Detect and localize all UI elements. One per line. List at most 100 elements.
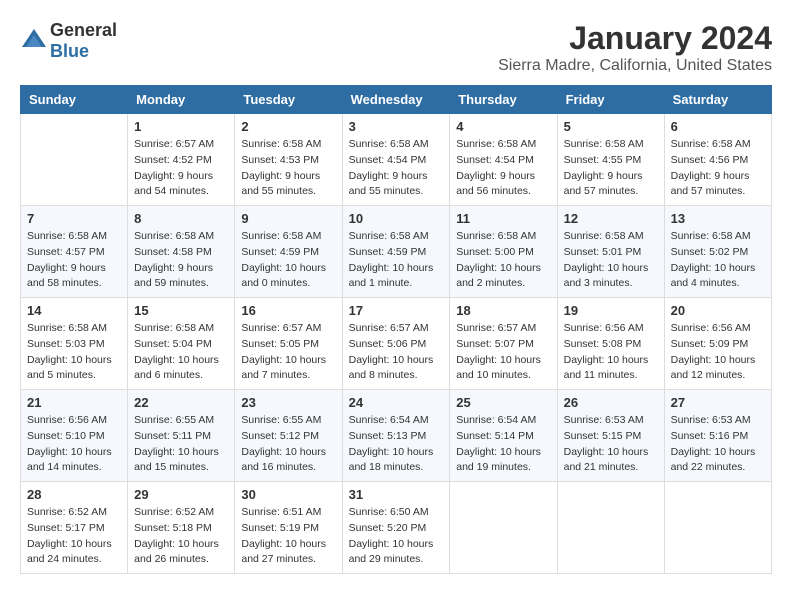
calendar-cell: 10 Sunrise: 6:58 AMSunset: 4:59 PMDayligh… <box>342 206 450 298</box>
day-number: 2 <box>241 119 335 134</box>
day-info: Sunrise: 6:52 AMSunset: 5:17 PMDaylight:… <box>27 505 121 568</box>
day-info: Sunrise: 6:57 AMSunset: 5:07 PMDaylight:… <box>456 321 550 384</box>
calendar-cell: 19 Sunrise: 6:56 AMSunset: 5:08 PMDayligh… <box>557 298 664 390</box>
calendar-cell <box>664 482 771 574</box>
calendar-cell: 6Sunrise: 6:58 AMSunset: 4:56 PMDaylight… <box>664 114 771 206</box>
calendar-cell: 28 Sunrise: 6:52 AMSunset: 5:17 PMDayligh… <box>21 482 128 574</box>
day-number: 21 <box>27 395 121 410</box>
day-number: 29 <box>134 487 228 502</box>
calendar-cell: 4Sunrise: 6:58 AMSunset: 4:54 PMDaylight… <box>450 114 557 206</box>
day-number: 20 <box>671 303 765 318</box>
calendar-cell: 21 Sunrise: 6:56 AMSunset: 5:10 PMDayligh… <box>21 390 128 482</box>
day-number: 8 <box>134 211 228 226</box>
page-header: General Blue January 2024 Sierra Madre, … <box>20 20 772 75</box>
calendar-cell: 27 Sunrise: 6:53 AMSunset: 5:16 PMDayligh… <box>664 390 771 482</box>
day-number: 11 <box>456 211 550 226</box>
calendar-cell <box>21 114 128 206</box>
calendar-cell <box>450 482 557 574</box>
day-info: Sunrise: 6:53 AMSunset: 5:16 PMDaylight:… <box>671 413 765 476</box>
column-header-tuesday: Tuesday <box>235 86 342 114</box>
logo-general: General <box>50 20 117 40</box>
day-info: Sunrise: 6:57 AMSunset: 5:06 PMDaylight:… <box>349 321 444 384</box>
calendar-cell: 8 Sunrise: 6:58 AMSunset: 4:58 PMDaylight… <box>128 206 235 298</box>
day-info: Sunrise: 6:58 AMSunset: 4:54 PMDaylight:… <box>456 137 550 200</box>
day-number: 24 <box>349 395 444 410</box>
calendar-cell: 30 Sunrise: 6:51 AMSunset: 5:19 PMDayligh… <box>235 482 342 574</box>
calendar-cell: 7Sunrise: 6:58 AMSunset: 4:57 PMDaylight… <box>21 206 128 298</box>
day-number: 30 <box>241 487 335 502</box>
calendar-table: SundayMondayTuesdayWednesdayThursdayFrid… <box>20 85 772 574</box>
calendar-cell: 15 Sunrise: 6:58 AMSunset: 5:04 PMDayligh… <box>128 298 235 390</box>
day-number: 27 <box>671 395 765 410</box>
day-number: 19 <box>564 303 658 318</box>
calendar-cell: 18Sunrise: 6:57 AMSunset: 5:07 PMDayligh… <box>450 298 557 390</box>
column-header-friday: Friday <box>557 86 664 114</box>
day-info: Sunrise: 6:53 AMSunset: 5:15 PMDaylight:… <box>564 413 658 476</box>
day-number: 9 <box>241 211 335 226</box>
day-info: Sunrise: 6:55 AMSunset: 5:12 PMDaylight:… <box>241 413 335 476</box>
day-number: 31 <box>349 487 444 502</box>
calendar-cell: 29 Sunrise: 6:52 AMSunset: 5:18 PMDayligh… <box>128 482 235 574</box>
calendar-cell: 5 Sunrise: 6:58 AMSunset: 4:55 PMDaylight… <box>557 114 664 206</box>
day-number: 26 <box>564 395 658 410</box>
logo: General Blue <box>20 20 117 62</box>
day-number: 5 <box>564 119 658 134</box>
day-info: Sunrise: 6:51 AMSunset: 5:19 PMDaylight:… <box>241 505 335 568</box>
day-info: Sunrise: 6:58 AMSunset: 4:59 PMDaylight:… <box>349 229 444 292</box>
logo-text: General Blue <box>50 20 117 62</box>
day-number: 17 <box>349 303 444 318</box>
day-number: 12 <box>564 211 658 226</box>
logo-icon <box>20 27 48 55</box>
day-info: Sunrise: 6:58 AMSunset: 5:04 PMDaylight:… <box>134 321 228 384</box>
day-number: 6 <box>671 119 765 134</box>
column-header-sunday: Sunday <box>21 86 128 114</box>
day-info: Sunrise: 6:58 AMSunset: 4:55 PMDaylight:… <box>564 137 658 200</box>
day-info: Sunrise: 6:54 AMSunset: 5:14 PMDaylight:… <box>456 413 550 476</box>
day-info: Sunrise: 6:57 AMSunset: 4:52 PMDaylight:… <box>134 137 228 200</box>
day-number: 15 <box>134 303 228 318</box>
day-info: Sunrise: 6:56 AMSunset: 5:08 PMDaylight:… <box>564 321 658 384</box>
calendar-week-5: 28 Sunrise: 6:52 AMSunset: 5:17 PMDayligh… <box>21 482 772 574</box>
calendar-cell: 25Sunrise: 6:54 AMSunset: 5:14 PMDayligh… <box>450 390 557 482</box>
month-title: January 2024 <box>498 20 772 57</box>
day-info: Sunrise: 6:58 AMSunset: 4:58 PMDaylight:… <box>134 229 228 292</box>
day-number: 7 <box>27 211 121 226</box>
calendar-week-1: 1 Sunrise: 6:57 AMSunset: 4:52 PMDaylight… <box>21 114 772 206</box>
day-info: Sunrise: 6:52 AMSunset: 5:18 PMDaylight:… <box>134 505 228 568</box>
logo-blue: Blue <box>50 41 89 61</box>
calendar-cell: 13 Sunrise: 6:58 AMSunset: 5:02 PMDayligh… <box>664 206 771 298</box>
calendar-cell: 12 Sunrise: 6:58 AMSunset: 5:01 PMDayligh… <box>557 206 664 298</box>
day-info: Sunrise: 6:56 AMSunset: 5:09 PMDaylight:… <box>671 321 765 384</box>
day-info: Sunrise: 6:58 AMSunset: 5:00 PMDaylight:… <box>456 229 550 292</box>
calendar-cell: 26 Sunrise: 6:53 AMSunset: 5:15 PMDayligh… <box>557 390 664 482</box>
calendar-cell: 31 Sunrise: 6:50 AMSunset: 5:20 PMDayligh… <box>342 482 450 574</box>
day-number: 28 <box>27 487 121 502</box>
calendar-cell: 14 Sunrise: 6:58 AMSunset: 5:03 PMDayligh… <box>21 298 128 390</box>
column-header-monday: Monday <box>128 86 235 114</box>
day-info: Sunrise: 6:58 AMSunset: 5:03 PMDaylight:… <box>27 321 121 384</box>
calendar-week-2: 7Sunrise: 6:58 AMSunset: 4:57 PMDaylight… <box>21 206 772 298</box>
day-number: 10 <box>349 211 444 226</box>
day-info: Sunrise: 6:54 AMSunset: 5:13 PMDaylight:… <box>349 413 444 476</box>
day-info: Sunrise: 6:55 AMSunset: 5:11 PMDaylight:… <box>134 413 228 476</box>
day-number: 1 <box>134 119 228 134</box>
calendar-cell: 20 Sunrise: 6:56 AMSunset: 5:09 PMDayligh… <box>664 298 771 390</box>
column-header-saturday: Saturday <box>664 86 771 114</box>
day-info: Sunrise: 6:58 AMSunset: 5:02 PMDaylight:… <box>671 229 765 292</box>
day-number: 23 <box>241 395 335 410</box>
day-number: 14 <box>27 303 121 318</box>
day-info: Sunrise: 6:56 AMSunset: 5:10 PMDaylight:… <box>27 413 121 476</box>
calendar-cell: 1 Sunrise: 6:57 AMSunset: 4:52 PMDaylight… <box>128 114 235 206</box>
day-info: Sunrise: 6:58 AMSunset: 5:01 PMDaylight:… <box>564 229 658 292</box>
column-header-wednesday: Wednesday <box>342 86 450 114</box>
day-info: Sunrise: 6:50 AMSunset: 5:20 PMDaylight:… <box>349 505 444 568</box>
calendar-cell: 2 Sunrise: 6:58 AMSunset: 4:53 PMDaylight… <box>235 114 342 206</box>
column-header-thursday: Thursday <box>450 86 557 114</box>
calendar-cell: 16Sunrise: 6:57 AMSunset: 5:05 PMDayligh… <box>235 298 342 390</box>
location-title: Sierra Madre, California, United States <box>498 57 772 75</box>
calendar-cell: 9Sunrise: 6:58 AMSunset: 4:59 PMDaylight… <box>235 206 342 298</box>
calendar-cell: 3Sunrise: 6:58 AMSunset: 4:54 PMDaylight… <box>342 114 450 206</box>
day-number: 13 <box>671 211 765 226</box>
day-info: Sunrise: 6:58 AMSunset: 4:53 PMDaylight:… <box>241 137 335 200</box>
title-area: January 2024 Sierra Madre, California, U… <box>498 20 772 75</box>
